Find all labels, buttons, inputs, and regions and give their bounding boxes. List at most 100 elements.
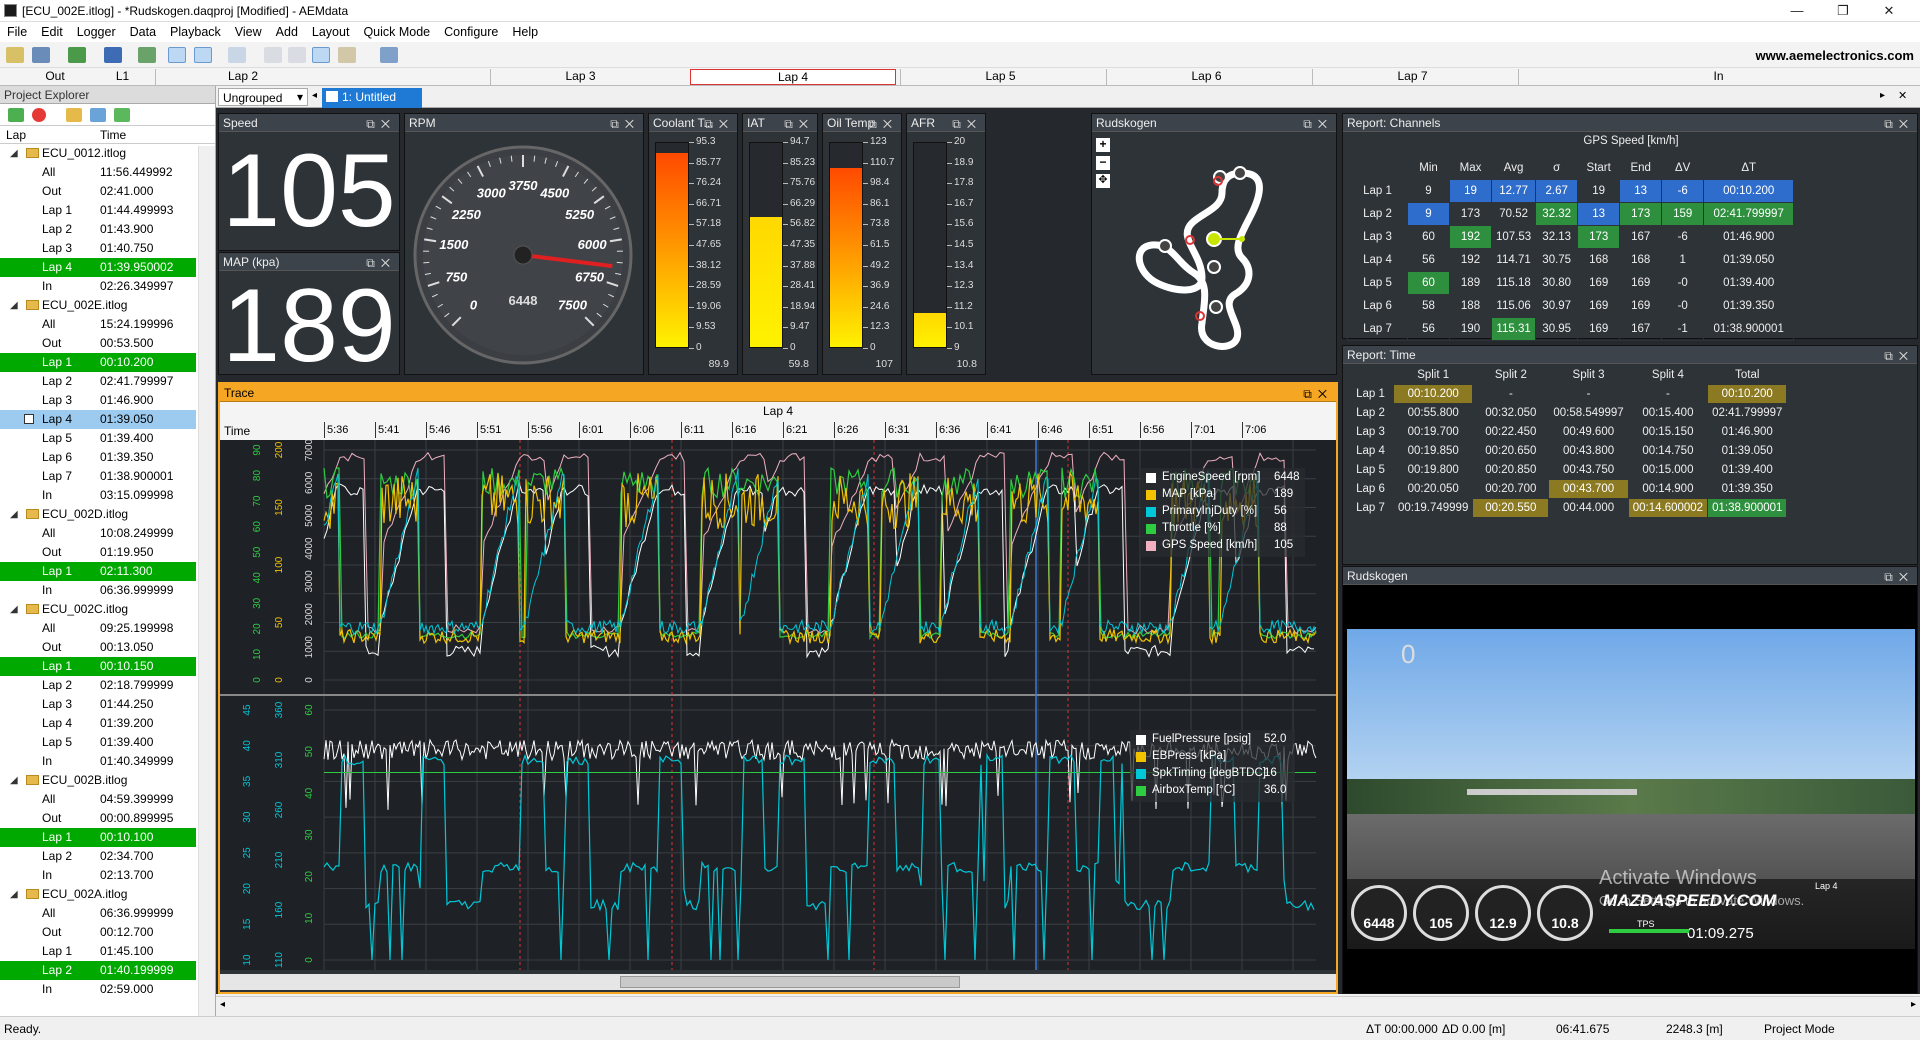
table-row[interactable]: Lap 4 56 192 114.71 30.75 168 168 1 01:39.050 (1347, 248, 1795, 272)
log-file-node[interactable]: ◢ ECU_0012.itlog (0, 144, 196, 163)
lap-node[interactable]: In 06:36.999999 (0, 581, 196, 600)
table-header-cell[interactable]: Min (1407, 156, 1450, 180)
lap-node[interactable]: Lap 4 01:39.950002 (0, 258, 196, 277)
lap-node[interactable]: Out 02:41.000 (0, 182, 196, 201)
table-row[interactable]: Lap 4 00:19.850 00:20.650 00:43.800 00:14.75… (1347, 441, 1788, 461)
lap-node[interactable]: Lap 1 00:10.100 (0, 828, 196, 847)
table-row[interactable]: Lap 2 9 173 70.52 32.32 13 173 159 02:41.799997 (1347, 202, 1795, 226)
tree-scrollbar[interactable] (198, 146, 215, 1016)
lap-node[interactable]: Out 00:53.500 (0, 334, 196, 353)
menu-logger[interactable]: Logger (70, 22, 123, 39)
minimize-button[interactable]: — (1774, 0, 1820, 22)
lap-node[interactable]: In 02:59.000 (0, 980, 196, 999)
export-icon[interactable] (138, 47, 156, 63)
table-row[interactable]: Lap 3 00:19.700 00:22.450 00:49.600 00:15.15… (1347, 422, 1788, 442)
lap-node[interactable]: All 11:56.449992 (0, 163, 196, 182)
collapse-icon[interactable]: ◢ (10, 885, 18, 904)
table-row[interactable]: Lap 5 60 189 115.18 30.80 169 169 -0 01:39.400 (1347, 271, 1795, 295)
lap-node[interactable]: All 06:36.999999 (0, 904, 196, 923)
lap-node[interactable]: Lap 1 01:45.100 (0, 942, 196, 961)
tab-untitled[interactable]: 1: Untitled (322, 88, 422, 108)
tab-scroll-left-icon[interactable]: ◂ (312, 90, 317, 101)
scroll-left-icon[interactable]: ◂ (220, 999, 225, 1010)
collapse-icon[interactable]: ◢ (10, 296, 18, 315)
lap-node[interactable]: Lap 4 01:39.050 (0, 410, 196, 429)
close-button[interactable]: ✕ (1866, 0, 1912, 22)
lap-node[interactable]: In 01:40.349999 (0, 752, 196, 771)
table-header-cell[interactable]: ΔT (1703, 156, 1795, 180)
lap-node[interactable]: Lap 2 02:34.700 (0, 847, 196, 866)
collapse-icon[interactable]: ◢ (10, 771, 18, 790)
table-header-cell[interactable]: End (1619, 156, 1663, 180)
lap-node[interactable]: In 02:13.700 (0, 866, 196, 885)
lap-2[interactable]: Lap 2 (155, 69, 330, 85)
collapse-icon[interactable]: ◢ (10, 505, 18, 524)
import-icon[interactable] (68, 47, 86, 63)
remove-log-icon[interactable] (32, 108, 46, 122)
lap-node[interactable]: Lap 7 01:38.900001 (0, 467, 196, 486)
lap-node[interactable]: Out 00:00.899995 (0, 809, 196, 828)
lap-node[interactable]: Lap 5 01:39.400 (0, 733, 196, 752)
lap-node[interactable]: Lap 2 01:43.900 (0, 220, 196, 239)
lap-node[interactable]: All 10:08.249999 (0, 524, 196, 543)
folder-icon[interactable] (66, 108, 82, 122)
collapse-icon[interactable]: ◢ (10, 600, 18, 619)
lap-node[interactable]: Lap 3 01:44.250 (0, 695, 196, 714)
rewind-icon[interactable] (288, 47, 306, 63)
table-header-cell[interactable]: Split 4 (1627, 365, 1709, 385)
lap-5[interactable]: Lap 5 (900, 69, 1100, 85)
lap-node[interactable]: Lap 2 02:41.799997 (0, 372, 196, 391)
table-header-cell[interactable] (1347, 365, 1394, 385)
lap-node[interactable]: Lap 6 01:39.350 (0, 448, 196, 467)
menu-layout[interactable]: Layout (305, 22, 357, 39)
table-header-cell[interactable]: ΔV (1661, 156, 1705, 180)
menu-edit[interactable]: Edit (34, 22, 70, 39)
panel-buttons[interactable]: ⧉✕ (1884, 115, 1914, 133)
menu-playback[interactable]: Playback (163, 22, 228, 39)
lap-l1[interactable]: L1 (90, 69, 155, 85)
lap-node[interactable]: Out 00:13.050 (0, 638, 196, 657)
legend-entry[interactable]: AirboxTemp [°C] 36.0 (1136, 783, 1289, 800)
collapse-icon[interactable]: ◢ (10, 144, 18, 163)
panel-buttons[interactable]: ⧉✕ (784, 115, 814, 133)
table-header-cell[interactable]: σ (1535, 156, 1579, 180)
panel-buttons[interactable]: ⧉✕ (952, 115, 982, 133)
col-lap[interactable]: Lap (6, 128, 26, 142)
zoom-region-icon[interactable] (194, 47, 212, 63)
table-row[interactable]: Lap 3 60 192 107.53 32.13 173 167 -6 01:46.900 (1347, 225, 1795, 249)
refresh-icon[interactable] (114, 108, 130, 122)
trace-hscroll-thumb[interactable] (620, 976, 960, 988)
lap-node[interactable]: Out 00:12.700 (0, 923, 196, 942)
properties-icon[interactable] (90, 108, 106, 122)
tab-close-icon[interactable]: ✕ (1898, 89, 1907, 102)
table-row[interactable]: Lap 7 00:19.749999 00:20.550 00:44.000 00:14… (1347, 498, 1788, 518)
panel-buttons[interactable]: ⧉✕ (366, 115, 396, 133)
table-header-cell[interactable]: Total (1707, 365, 1788, 385)
loop-icon[interactable] (312, 47, 330, 63)
lap-in[interactable]: In (1518, 69, 1918, 85)
lap-node[interactable]: All 04:59.399999 (0, 790, 196, 809)
lap-node[interactable]: Lap 2 01:40.199999 (0, 961, 196, 980)
layout-icon[interactable] (380, 47, 398, 63)
legend-entry[interactable]: PrimaryInjDuty [%] 56 (1146, 504, 1299, 521)
panel-buttons[interactable]: ⧉✕ (1884, 568, 1914, 586)
search-icon[interactable] (228, 47, 246, 63)
table-row[interactable]: Lap 7 56 190 115.31 30.95 169 167 -1 01:38.90000… (1347, 317, 1795, 341)
lap-3[interactable]: Lap 3 (490, 69, 670, 85)
legend-entry[interactable]: GPS Speed [km/h] 105 (1146, 538, 1299, 555)
lap-node[interactable]: All 15:24.199996 (0, 315, 196, 334)
log-file-node[interactable]: ◢ ECU_002E.itlog (0, 296, 196, 315)
workspace-hscroll[interactable]: ◂ ▸ (216, 996, 1920, 1014)
table-row[interactable]: Lap 5 00:19.800 00:20.850 00:43.750 00:15.00… (1347, 460, 1788, 480)
panel-buttons[interactable]: ⧉✕ (1303, 115, 1333, 133)
menu-data[interactable]: Data (123, 22, 163, 39)
lap-node[interactable]: Lap 1 01:44.499993 (0, 201, 196, 220)
lap-node[interactable]: Lap 1 00:10.200 (0, 353, 196, 372)
group-dropdown[interactable]: Ungrouped ▾ (218, 88, 308, 106)
open-icon[interactable] (6, 47, 24, 63)
lap-node[interactable]: Lap 1 02:11.300 (0, 562, 196, 581)
menu-configure[interactable]: Configure (437, 22, 505, 39)
lap-node[interactable]: Lap 5 01:39.400 (0, 429, 196, 448)
lap-out[interactable]: Out (20, 69, 90, 85)
add-log-icon[interactable] (8, 108, 24, 122)
